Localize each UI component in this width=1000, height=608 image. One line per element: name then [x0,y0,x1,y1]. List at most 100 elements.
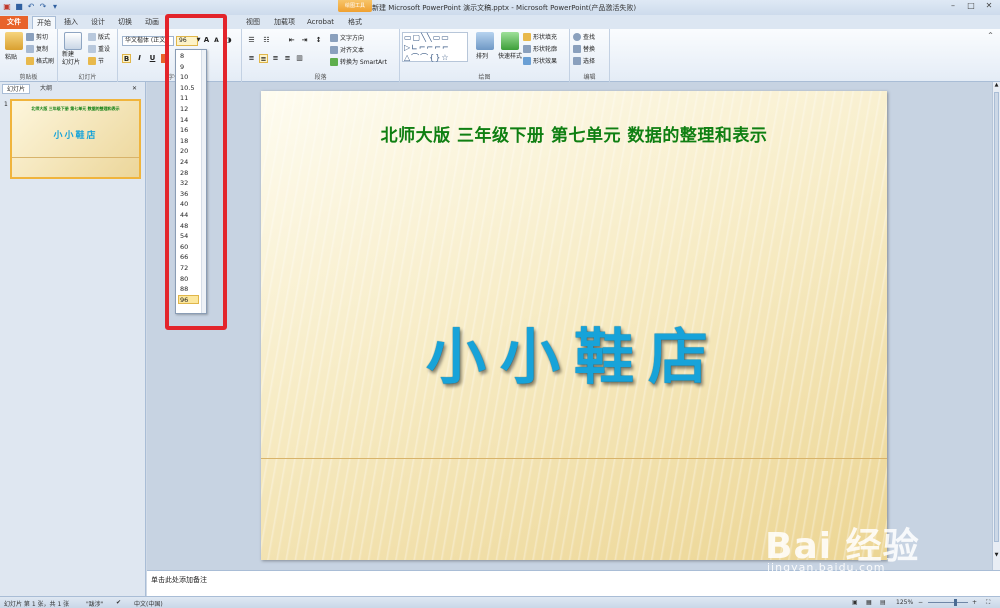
increase-indent-icon[interactable]: ⇥ [300,36,309,45]
align-left-icon[interactable]: ≡ [247,54,256,63]
tab-format[interactable]: 格式 [344,16,366,29]
scroll-up-icon[interactable]: ▲ [993,82,1000,90]
zoom-slider[interactable] [928,602,968,603]
app-logo-icon: ▣ [3,2,11,11]
paste-button[interactable]: 粘贴 [5,52,17,61]
tab-view[interactable]: 视图 [242,16,264,29]
slide-divider-line [261,458,887,459]
slide-heading[interactable]: 北师大版 三年级下册 第七单元 数据的整理和表示 [261,121,887,146]
collapse-ribbon-icon[interactable]: ^ [986,31,995,40]
fit-window-icon[interactable]: ⛶ [986,599,990,607]
scissors-icon [26,32,34,41]
italic-button[interactable]: I [135,54,144,63]
tab-animations[interactable]: 动画 [141,16,163,29]
normal-view-icon[interactable]: ▣ [852,599,858,606]
slide-sorter-icon[interactable]: ▦ [866,599,872,606]
find-button[interactable]: 查找 [573,32,595,41]
maximize-button[interactable]: □ [962,0,980,12]
vertical-scrollbar[interactable]: ▲ ▼ [992,82,1000,570]
slide-title[interactable]: 小小鞋店 [261,309,887,396]
shape-effects-label: 形状效果 [533,58,558,65]
line-spacing-icon[interactable]: ↕ [314,36,323,45]
bold-button[interactable]: B [122,54,131,63]
replace-button[interactable]: 替换 [573,44,595,53]
shape-effects-icon [523,56,531,65]
section-button[interactable]: 节 [88,56,104,65]
group-paragraph: ☰ ☷ ⇤ ⇥ ↕ ≡ ≡ ≡ ≡ ▥ 文字方向 对齐文本 转换为 SmartA… [242,29,400,82]
annotation-highlight-box [165,14,227,330]
layout-button[interactable]: 版式 [88,32,110,41]
group-clipboard: 粘贴 剪切 复制 格式刷 剪贴板 [0,29,58,82]
status-zoom[interactable]: 125% [896,599,913,606]
notes-placeholder[interactable]: 单击此处添加备注 [151,575,207,585]
thumb-number: 1 [4,101,8,108]
shape-effects-button[interactable]: 形状效果 [523,56,557,65]
arrange-icon[interactable] [476,32,494,50]
shape-fill-button[interactable]: 形状填充 [523,32,557,41]
slide-canvas[interactable]: 北师大版 三年级下册 第七单元 数据的整理和表示 小小鞋店 [261,91,887,560]
context-tab-drawing-tools: 绘图工具 [338,0,372,12]
align-center-icon[interactable]: ≡ [259,54,268,63]
text-direction-button[interactable]: 文字方向 [330,33,364,42]
window-title: 新建 Microsoft PowerPoint 演示文稿.pptx - Micr… [372,4,637,12]
tab-acrobat[interactable]: Acrobat [303,16,338,29]
tab-insert[interactable]: 插入 [60,16,82,29]
redo-icon[interactable]: ↷ [38,2,48,12]
qat-dropdown-icon[interactable]: ▾ [50,2,60,12]
copy-button[interactable]: 复制 [26,44,48,53]
justify-icon[interactable]: ≡ [283,54,292,63]
align-text-icon [330,45,338,54]
zoom-in-icon[interactable]: + [972,599,977,606]
shape-outline-button[interactable]: 形状轮廓 [523,44,557,53]
reset-button[interactable]: 重设 [88,44,110,53]
align-text-label: 对齐文本 [340,47,365,54]
new-slide-button[interactable]: 新建 幻灯片 [62,51,80,67]
cut-button[interactable]: 剪切 [26,32,48,41]
tab-design[interactable]: 设计 [87,16,109,29]
zoom-out-icon[interactable]: − [918,599,923,606]
close-button[interactable]: ✕ [980,0,998,12]
cut-label: 剪切 [36,34,49,41]
shape-fill-label: 形状填充 [533,34,558,41]
close-panel-icon[interactable]: ✕ [128,84,141,94]
align-right-icon[interactable]: ≡ [271,54,280,63]
tab-home[interactable]: 开始 [32,16,56,29]
status-language[interactable]: 中文(中国) [134,599,163,608]
reset-icon [88,44,96,53]
replace-label: 替换 [583,46,596,53]
baidu-watermark: Bai 经验 jingyan.baidu.com [765,505,995,595]
tab-outline-panel[interactable]: 大纲 [36,84,56,94]
new-slide-icon[interactable] [64,32,82,50]
undo-icon[interactable]: ↶ [26,2,36,12]
minimize-button[interactable]: – [944,0,962,12]
tab-transitions[interactable]: 切换 [114,16,136,29]
slide-thumbnail[interactable]: 北师大版 三年级下册 第七单元 数据的整理和表示 小小鞋店 [10,99,141,179]
smartart-button[interactable]: 转换为 SmartArt [330,57,387,66]
status-slide-info: 幻灯片 第 1 张，共 1 张 [4,601,70,608]
decrease-indent-icon[interactable]: ⇤ [287,36,296,45]
quick-styles-button[interactable]: 快速样式 [498,51,522,60]
ribbon: 粘贴 剪切 复制 格式刷 剪贴板 新建 幻灯片 版式 重设 节 幻灯片 华文楷体… [0,29,1000,82]
numbering-icon[interactable]: ☷ [262,36,271,45]
reset-label: 重设 [98,46,111,53]
quick-styles-icon[interactable] [501,32,519,50]
align-text-button[interactable]: 对齐文本 [330,45,364,54]
spellcheck-icon[interactable]: ✔ [116,599,121,606]
title-bar: ▣ ■ ↶ ↷ ▾ 绘图工具 新建 Microsoft PowerPoint 演… [0,0,1000,15]
shapes-gallery[interactable]: ▭▢╲╲▭▭ ▷∟⌐⌐⌐⌐ △⌒⌒{}☆ [402,32,468,62]
tab-file[interactable]: 文件 [0,16,28,29]
zoom-slider-thumb[interactable] [954,599,957,606]
save-icon[interactable]: ■ [14,2,24,12]
columns-icon[interactable]: ▥ [295,54,304,63]
arrange-button[interactable]: 排列 [476,51,488,60]
format-painter-button[interactable]: 格式刷 [26,56,54,65]
tab-slides-panel[interactable]: 幻灯片 [2,84,31,94]
smartart-label: 转换为 SmartArt [340,59,387,66]
paste-icon[interactable] [5,32,23,50]
tab-addins[interactable]: 加载项 [270,16,299,29]
reading-view-icon[interactable]: ▤ [880,599,886,606]
bullets-icon[interactable]: ☰ [247,36,256,45]
select-button[interactable]: 选择 [573,56,595,65]
underline-button[interactable]: U [148,54,157,63]
scrollbar-thumb[interactable] [994,92,999,542]
